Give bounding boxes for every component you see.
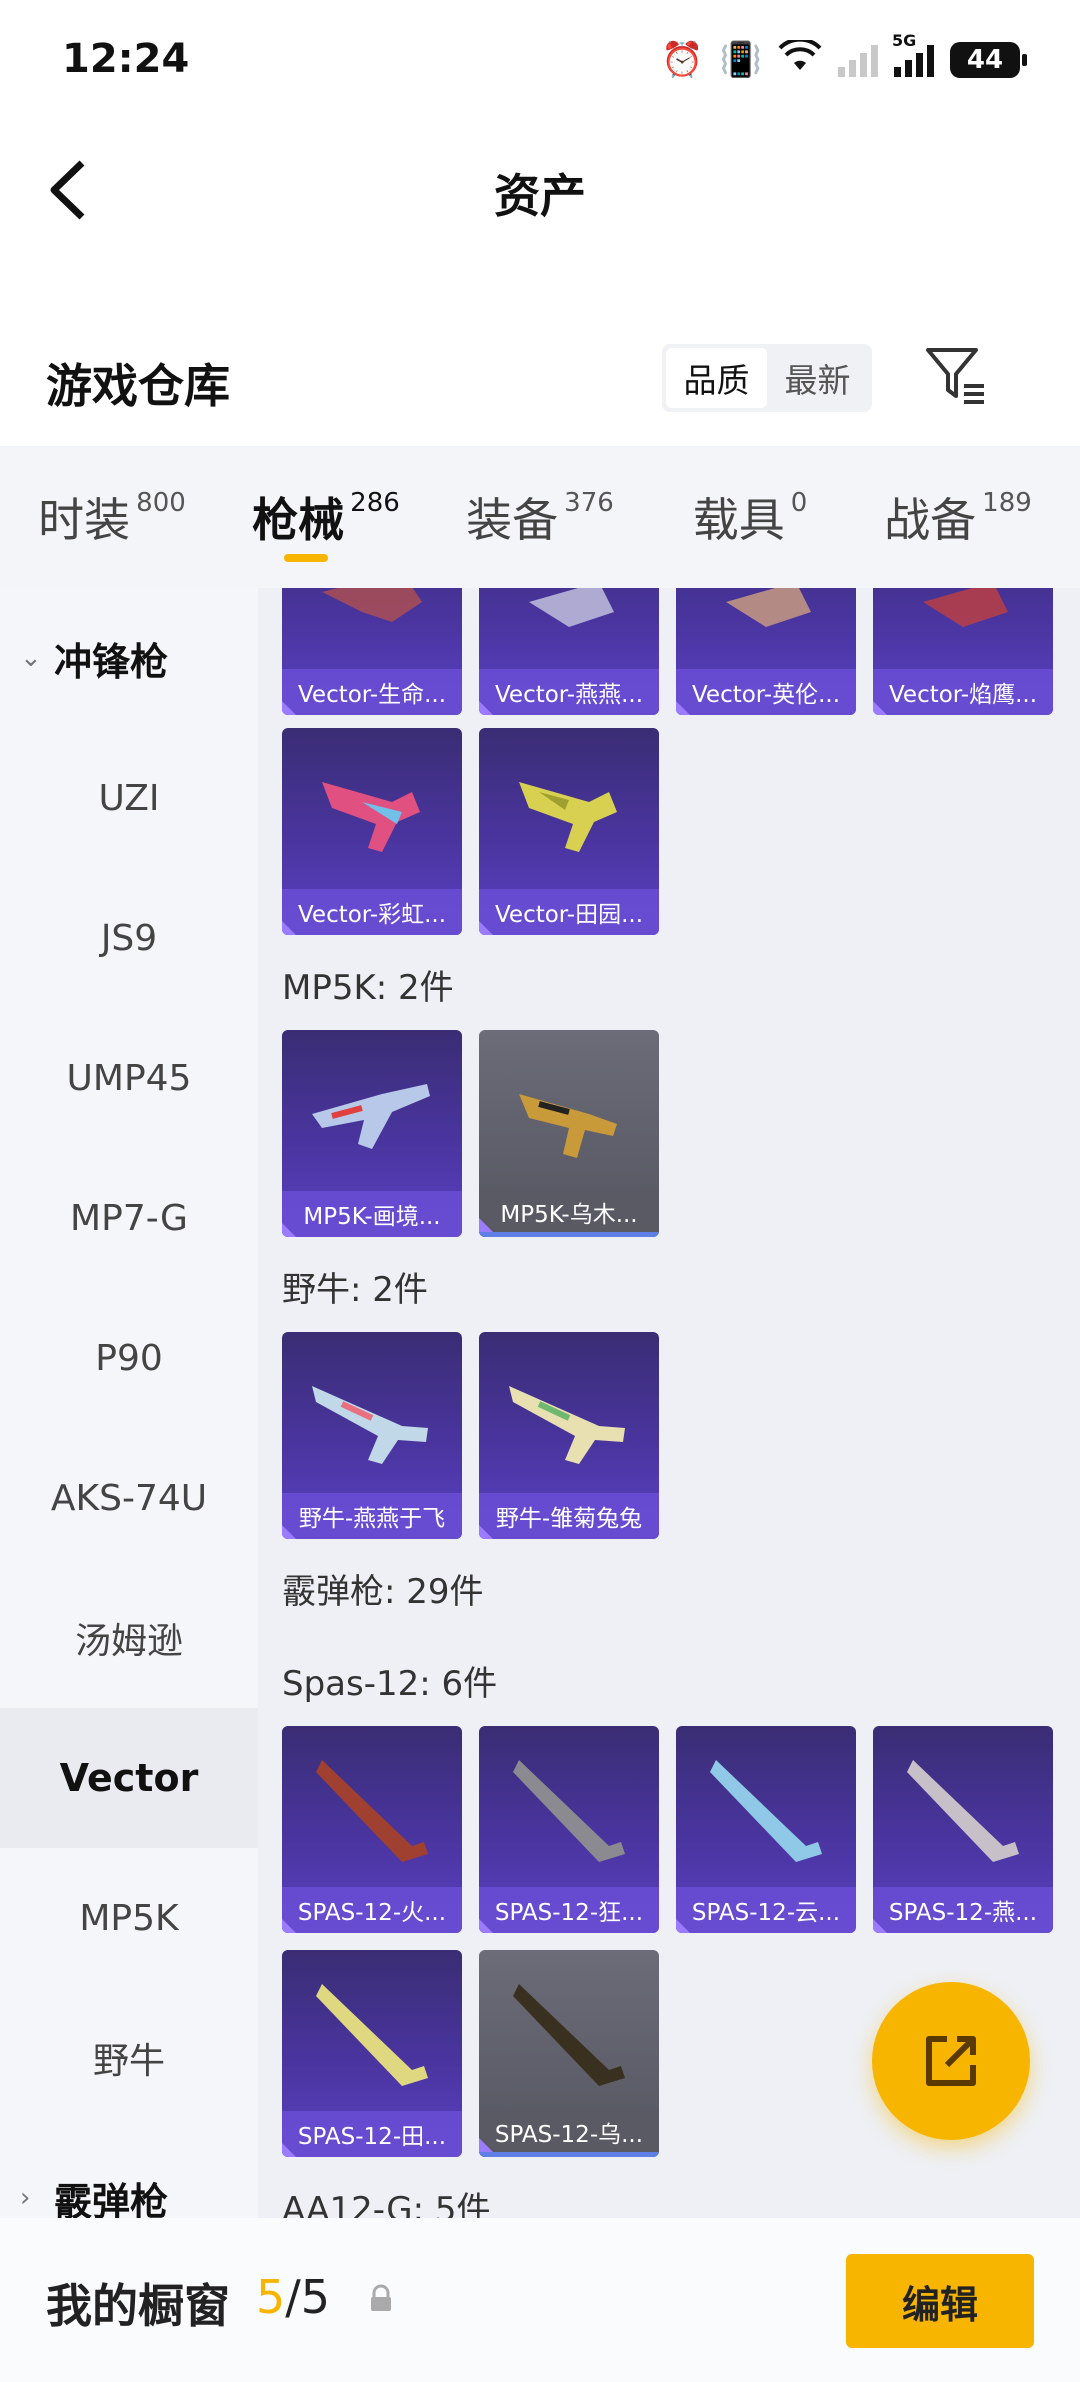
signal-5g-icon: 5G: [892, 31, 934, 77]
nav-item-mp5k[interactable]: MP5K: [0, 1848, 258, 1988]
weapon-image: [726, 588, 811, 627]
vibrate-icon: 📳: [719, 40, 762, 80]
warehouse-title: 游戏仓库: [46, 359, 230, 413]
nav-item-bison[interactable]: 野牛: [0, 1988, 258, 2128]
weapon-image: [710, 1760, 822, 1862]
section-header-shotgun: 霰弹枪: 29件: [282, 1572, 484, 1612]
item-tile[interactable]: Vector-生命...: [282, 588, 462, 715]
nav-item-thompson[interactable]: 汤姆逊: [0, 1568, 258, 1708]
sort-quality-button[interactable]: 品质: [666, 348, 767, 408]
lock-icon: [371, 2284, 391, 2311]
nav-item-aks74u[interactable]: AKS-74U: [0, 1428, 258, 1568]
status-icons: ⏰ 📳 5G 44: [661, 31, 1027, 80]
sort-newest-button[interactable]: 最新: [767, 348, 868, 408]
weapon-image: [519, 782, 617, 852]
item-tile[interactable]: SPAS-12-田...: [282, 1950, 462, 2157]
weapon-image: [529, 588, 614, 627]
chevron-down-icon: ⌄: [20, 643, 42, 673]
item-tile[interactable]: Vector-彩虹...: [282, 728, 462, 935]
signal-icon: [838, 43, 878, 77]
weapon-image: [322, 588, 422, 622]
weapon-image: [322, 782, 420, 852]
nav-item-vector[interactable]: Vector: [0, 1708, 258, 1848]
showcase-current: 5: [256, 2270, 286, 2324]
weapon-image: [312, 1386, 428, 1464]
tab-equipment[interactable]: 装备 376: [428, 446, 652, 588]
battery-icon: 44: [950, 42, 1027, 78]
weapon-image: [316, 1760, 428, 1862]
showcase-separator: /: [285, 2270, 301, 2324]
tab-firearms[interactable]: 枪械 286: [224, 446, 428, 588]
nav-group-smg[interactable]: ⌄ 冲锋枪: [0, 588, 258, 728]
weapon-image: [513, 1760, 625, 1862]
status-time: 12:24: [62, 36, 190, 82]
showcase-bar: 我的橱窗 5/5 编辑: [0, 2218, 1080, 2382]
weapon-image: [509, 1386, 625, 1464]
section-header-mp5k: MP5K: 2件: [282, 968, 454, 1008]
item-tile[interactable]: Vector-田园...: [479, 728, 659, 935]
tab-supplies[interactable]: 战备 189: [848, 446, 1068, 588]
item-grid: Vector-生命... Vector-燕燕... Vector-英伦... V…: [258, 588, 1080, 2218]
nav-item-ump45[interactable]: UMP45: [0, 1008, 258, 1148]
showcase-label: 我的橱窗: [46, 2279, 230, 2333]
section-header-bison: 野牛: 2件: [282, 1270, 428, 1310]
item-tile[interactable]: Vector-英伦...: [676, 588, 856, 715]
weapon-image: [519, 1094, 617, 1158]
weapon-image: [513, 1984, 625, 2086]
nav-group-shotgun[interactable]: › 霰弹枪: [0, 2128, 258, 2219]
nav-item-uzi[interactable]: UZI: [0, 728, 258, 868]
page-title: 资产: [494, 169, 586, 223]
item-tile[interactable]: MP5K-乌木...: [479, 1030, 659, 1237]
showcase-count: 5/5: [256, 2270, 330, 2324]
nav-item-mp7g[interactable]: MP7-G: [0, 1148, 258, 1288]
item-tile[interactable]: Vector-燕燕...: [479, 588, 659, 715]
showcase-total: 5: [300, 2270, 331, 2324]
filter-icon: [926, 348, 984, 404]
external-link-icon: [926, 2036, 976, 2086]
item-tile[interactable]: 野牛-燕燕于飞: [282, 1332, 462, 1539]
tab-vehicles[interactable]: 载具 0: [652, 446, 848, 588]
weapon-type-nav: ⌄ 冲锋枪 UZI JS9 UMP45 MP7-G P90 AKS-74U 汤姆…: [0, 588, 258, 2218]
item-tile[interactable]: MP5K-画境...: [282, 1030, 462, 1237]
status-bar: 12:24 ⏰ 📳 5G 44: [0, 0, 1080, 130]
section-header-aa12g: AA12-G: 5件: [282, 2190, 491, 2218]
share-button[interactable]: [872, 1982, 1030, 2140]
filter-button[interactable]: [922, 340, 992, 410]
nav-item-js9[interactable]: JS9: [0, 868, 258, 1008]
weapon-image: [312, 1084, 430, 1149]
sort-toggle: 品质 最新: [662, 344, 872, 412]
nav-item-p90[interactable]: P90: [0, 1288, 258, 1428]
alarm-icon: ⏰: [661, 40, 704, 80]
item-tile[interactable]: Vector-焰鹰...: [873, 588, 1053, 715]
item-tile[interactable]: SPAS-12-火...: [282, 1726, 462, 1933]
item-tile[interactable]: SPAS-12-燕...: [873, 1726, 1053, 1933]
weapon-image: [316, 1984, 428, 2086]
weapon-image: [923, 588, 1008, 627]
item-tile[interactable]: SPAS-12-乌...: [479, 1950, 659, 2157]
edit-button[interactable]: 编辑: [846, 2254, 1034, 2348]
item-tile[interactable]: 野牛-雏菊兔兔: [479, 1332, 659, 1539]
wifi-icon: [778, 37, 822, 80]
item-tile[interactable]: SPAS-12-狂...: [479, 1726, 659, 1933]
chevron-right-icon: ›: [20, 2183, 31, 2213]
weapon-image: [907, 1760, 1019, 1862]
section-header-spas12: Spas-12: 6件: [282, 1664, 498, 1704]
item-tile[interactable]: SPAS-12-云...: [676, 1726, 856, 1933]
category-tabs: 时装 800 枪械 286 装备 376 载具 0 战备 189: [0, 446, 1080, 588]
tab-fashion[interactable]: 时装 800: [0, 446, 224, 588]
